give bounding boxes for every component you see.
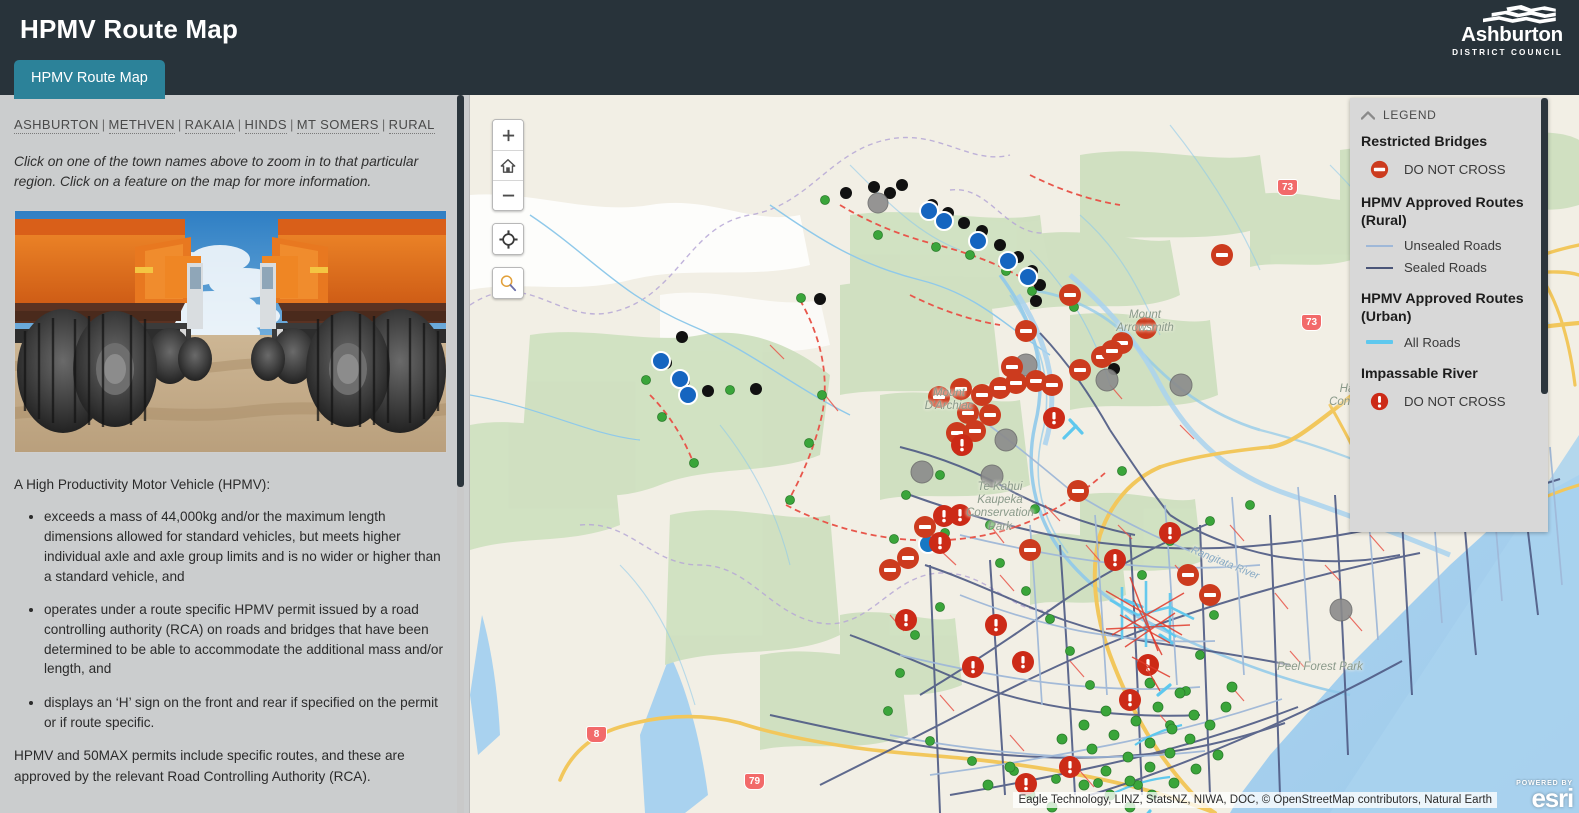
town-link-ashburton[interactable]: ASHBURTON [14,117,99,134]
town-links: ASHBURTON | METHVEN | RAKAIA | HINDS | MT SOMERS… [14,117,446,134]
town-separator: | [381,117,386,132]
legend-item-label: DO NOT CROSS [1404,161,1506,177]
legend-item-all-roads[interactable]: All Roads [1365,335,1534,350]
legend-item-sealed-roads[interactable]: Sealed Roads [1365,260,1534,275]
legend-item-label: All Roads [1404,334,1461,350]
legend-item-label: DO NOT CROSS [1404,393,1506,409]
logo-name: Ashburton [1461,22,1563,46]
town-link-methven[interactable]: METHVEN [108,117,175,134]
hpmv-description: A High Productivity Motor Vehicle (HPMV)… [14,475,444,787]
zoom-out-button[interactable] [493,180,523,210]
sidebar-scrollbar-thumb[interactable] [457,95,464,487]
legend-header[interactable]: LEGEND [1361,108,1534,122]
chevron-up-icon[interactable] [1361,110,1375,120]
search-icon [500,275,517,292]
map-attribution: Eagle Technology, LINZ, StatsNZ, NIWA, D… [1013,792,1497,808]
legend-item-do-not-cross-river[interactable]: DO NOT CROSS [1365,392,1534,411]
crosshair-icon [498,229,518,249]
locate-button[interactable] [493,224,523,254]
locate-control[interactable] [492,223,524,255]
tab-hpmv-route-map[interactable]: HPMV Route Map [14,60,165,99]
legend-item-label: Unsealed Roads [1404,238,1502,254]
hpmv-truck-photo [14,210,447,453]
info-sidebar: ASHBURTON | METHVEN | RAKAIA | HINDS | MT SOMERS… [0,95,470,813]
hpmv-bullet-permit: operates under a route specific HPMV per… [44,600,444,679]
sidebar-divider [469,95,470,813]
page-title: HPMV Route Map [20,14,239,44]
town-link-rural[interactable]: RURAL [388,117,435,134]
town-link-rakaia[interactable]: RAKAIA [184,117,235,134]
truck-photo-graphic [15,211,446,452]
town-separator: | [237,117,242,132]
search-control[interactable] [492,267,524,299]
legend-group-urban-routes: HPMV Approved Routes (Urban) [1361,291,1524,325]
town-link-mt-somers[interactable]: MT SOMERS [296,117,379,134]
legend-group-restricted-bridges: Restricted Bridges [1361,134,1488,150]
town-separator: | [101,117,106,132]
legend-item-do-not-cross-bridge[interactable]: DO NOT CROSS [1365,160,1534,179]
home-button[interactable] [493,150,523,180]
ashburton-district-council-logo[interactable]: Ashburton DISTRICT COUNCIL [1413,5,1563,57]
plus-icon [502,129,514,141]
legend-group-impassable-river: Impassable River [1361,365,1478,382]
hpmv-bullet-mass: exceeds a mass of 44,000kg and/or the ma… [44,507,444,586]
legend-group-rural-routes: HPMV Approved Routes (Rural) [1361,194,1524,229]
app-header: HPMV Route Map HPMV Route Map Ashburton … [0,0,1579,99]
line-swatch-unsealed [1365,244,1393,247]
tab-strip: HPMV Route Map [14,60,165,99]
map-search-button[interactable] [493,268,523,298]
hpmv-lead-text: A High Productivity Motor Vehicle (HPMV)… [14,477,271,492]
home-icon [500,158,516,173]
legend-title: LEGEND [1383,108,1437,122]
exclamation-circle-icon [1365,392,1393,411]
logo-subtitle: DISTRICT COUNCIL [1452,48,1563,57]
legend-scrollbar[interactable] [1541,98,1548,394]
legend-item-unsealed-roads[interactable]: Unsealed Roads [1365,238,1534,253]
town-link-hinds[interactable]: HINDS [244,117,287,134]
hpmv-bullet-h-sign: displays an ‘H’ sign on the front and re… [44,693,444,732]
sidebar-intro-text: Click on one of the town names above to … [14,154,419,189]
legend-panel[interactable]: LEGEND Restricted Bridges DO NOT CROSS H… [1350,98,1548,532]
hpmv-footer-text: HPMV and 50MAX permits include specific … [14,748,405,784]
zoom-controls[interactable] [492,119,524,211]
legend-item-label: Sealed Roads [1404,260,1487,276]
hpmv-bullet-list: exceeds a mass of 44,000kg and/or the ma… [14,507,444,732]
line-swatch-all-roads [1365,340,1393,345]
hpmv-route-map-app: Mount Arrowsmith Mount D'Archiac Te Kahu… [0,0,1579,813]
zoom-in-button[interactable] [493,120,523,150]
no-entry-icon [1365,160,1393,179]
town-separator: | [177,117,182,132]
esri-wordmark: esri [1531,783,1575,813]
minus-icon [502,194,514,197]
mountain-wave-mark-icon [1483,5,1556,24]
town-separator: | [290,117,294,132]
esri-logo: POWERED BY esri [1516,780,1575,813]
line-swatch-sealed [1365,266,1393,269]
